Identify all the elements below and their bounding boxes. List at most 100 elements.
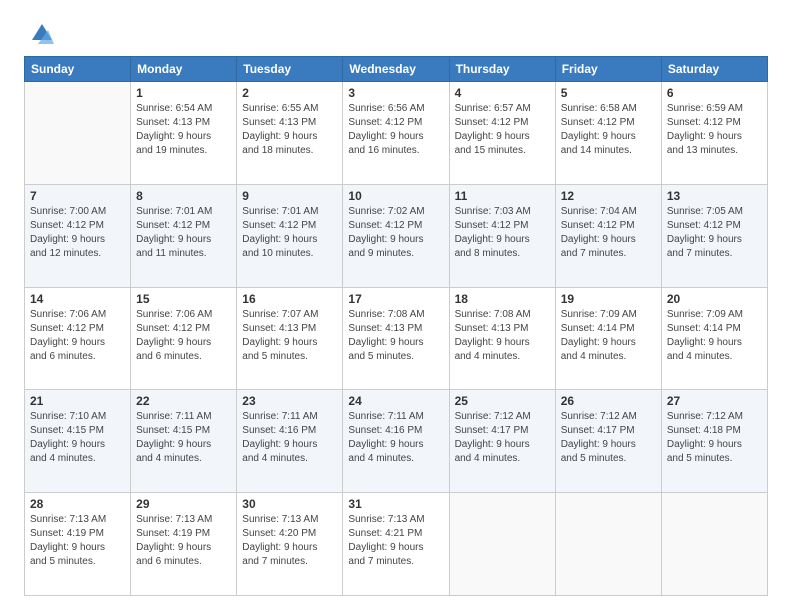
calendar-cell: 11 Sunrise: 7:03 AMSunset: 4:12 PMDayligh… xyxy=(449,184,555,287)
day-number: 9 xyxy=(242,189,337,203)
day-info: Sunrise: 6:56 AMSunset: 4:12 PMDaylight:… xyxy=(348,102,443,158)
calendar-cell: 29 Sunrise: 7:13 AMSunset: 4:19 PMDayligh… xyxy=(131,493,237,596)
day-number: 4 xyxy=(455,86,550,100)
day-number: 2 xyxy=(242,86,337,100)
calendar-cell: 5Sunrise: 6:58 AMSunset: 4:12 PMDaylight… xyxy=(555,82,661,185)
calendar-cell: 10 Sunrise: 7:02 AMSunset: 4:12 PMDayligh… xyxy=(343,184,449,287)
day-number: 20 xyxy=(667,292,762,306)
day-number: 26 xyxy=(561,394,656,408)
calendar-cell: 14 Sunrise: 7:06 AMSunset: 4:12 PMDayligh… xyxy=(25,287,131,390)
day-info: Sunrise: 7:07 AMSunset: 4:13 PMDaylight:… xyxy=(242,308,337,364)
day-number: 16 xyxy=(242,292,337,306)
calendar-cell: 19 Sunrise: 7:09 AMSunset: 4:14 PMDayligh… xyxy=(555,287,661,390)
day-info: Sunrise: 7:13 AMSunset: 4:19 PMDaylight:… xyxy=(30,513,125,569)
day-info: Sunrise: 7:04 AMSunset: 4:12 PMDaylight:… xyxy=(561,205,656,261)
calendar-cell: 15 Sunrise: 7:06 AMSunset: 4:12 PMDayligh… xyxy=(131,287,237,390)
calendar-week-row: 14 Sunrise: 7:06 AMSunset: 4:12 PMDayligh… xyxy=(25,287,768,390)
day-info: Sunrise: 7:08 AMSunset: 4:13 PMDaylight:… xyxy=(455,308,550,364)
calendar-cell: 7 Sunrise: 7:00 AMSunset: 4:12 PMDaylight… xyxy=(25,184,131,287)
day-number: 11 xyxy=(455,189,550,203)
day-info: Sunrise: 7:10 AMSunset: 4:15 PMDaylight:… xyxy=(30,410,125,466)
day-number: 19 xyxy=(561,292,656,306)
day-number: 3 xyxy=(348,86,443,100)
calendar-week-row: 7 Sunrise: 7:00 AMSunset: 4:12 PMDaylight… xyxy=(25,184,768,287)
day-number: 5 xyxy=(561,86,656,100)
day-number: 13 xyxy=(667,189,762,203)
day-number: 7 xyxy=(30,189,125,203)
calendar-cell xyxy=(25,82,131,185)
calendar-cell xyxy=(449,493,555,596)
day-number: 31 xyxy=(348,497,443,511)
day-info: Sunrise: 6:57 AMSunset: 4:12 PMDaylight:… xyxy=(455,102,550,158)
weekday-header-thursday: Thursday xyxy=(449,57,555,82)
calendar-cell: 22Sunrise: 7:11 AMSunset: 4:15 PMDayligh… xyxy=(131,390,237,493)
calendar-cell: 13 Sunrise: 7:05 AMSunset: 4:12 PMDayligh… xyxy=(661,184,767,287)
calendar-cell: 16 Sunrise: 7:07 AMSunset: 4:13 PMDayligh… xyxy=(237,287,343,390)
calendar-cell: 25Sunrise: 7:12 AMSunset: 4:17 PMDayligh… xyxy=(449,390,555,493)
weekday-header-saturday: Saturday xyxy=(661,57,767,82)
day-info: Sunrise: 7:00 AMSunset: 4:12 PMDaylight:… xyxy=(30,205,125,261)
day-info: Sunrise: 7:08 AMSunset: 4:13 PMDaylight:… xyxy=(348,308,443,364)
calendar-cell: 6 Sunrise: 6:59 AMSunset: 4:12 PMDaylight… xyxy=(661,82,767,185)
day-info: Sunrise: 6:59 AMSunset: 4:12 PMDaylight:… xyxy=(667,102,762,158)
day-number: 10 xyxy=(348,189,443,203)
page: SundayMondayTuesdayWednesdayThursdayFrid… xyxy=(0,0,792,612)
weekday-header-tuesday: Tuesday xyxy=(237,57,343,82)
day-number: 15 xyxy=(136,292,231,306)
header xyxy=(24,20,768,48)
day-number: 8 xyxy=(136,189,231,203)
day-number: 24 xyxy=(348,394,443,408)
calendar-week-row: 28 Sunrise: 7:13 AMSunset: 4:19 PMDayligh… xyxy=(25,493,768,596)
calendar-cell: 31 Sunrise: 7:13 AMSunset: 4:21 PMDayligh… xyxy=(343,493,449,596)
day-info: Sunrise: 7:11 AMSunset: 4:15 PMDaylight:… xyxy=(136,410,231,466)
day-info: Sunrise: 7:06 AMSunset: 4:12 PMDaylight:… xyxy=(136,308,231,364)
logo xyxy=(24,20,56,48)
day-info: Sunrise: 7:01 AMSunset: 4:12 PMDaylight:… xyxy=(242,205,337,261)
day-info: Sunrise: 7:02 AMSunset: 4:12 PMDaylight:… xyxy=(348,205,443,261)
day-info: Sunrise: 7:13 AMSunset: 4:19 PMDaylight:… xyxy=(136,513,231,569)
day-number: 28 xyxy=(30,497,125,511)
day-info: Sunrise: 7:12 AMSunset: 4:18 PMDaylight:… xyxy=(667,410,762,466)
calendar-week-row: 1 Sunrise: 6:54 AMSunset: 4:13 PMDaylight… xyxy=(25,82,768,185)
weekday-header-monday: Monday xyxy=(131,57,237,82)
day-info: Sunrise: 7:03 AMSunset: 4:12 PMDaylight:… xyxy=(455,205,550,261)
day-info: Sunrise: 7:13 AMSunset: 4:20 PMDaylight:… xyxy=(242,513,337,569)
calendar-cell: 9 Sunrise: 7:01 AMSunset: 4:12 PMDaylight… xyxy=(237,184,343,287)
calendar-cell: 12 Sunrise: 7:04 AMSunset: 4:12 PMDayligh… xyxy=(555,184,661,287)
weekday-header-row: SundayMondayTuesdayWednesdayThursdayFrid… xyxy=(25,57,768,82)
calendar-cell xyxy=(555,493,661,596)
calendar-week-row: 21 Sunrise: 7:10 AMSunset: 4:15 PMDayligh… xyxy=(25,390,768,493)
day-number: 1 xyxy=(136,86,231,100)
day-number: 12 xyxy=(561,189,656,203)
day-info: Sunrise: 6:54 AMSunset: 4:13 PMDaylight:… xyxy=(136,102,231,158)
calendar-cell: 28 Sunrise: 7:13 AMSunset: 4:19 PMDayligh… xyxy=(25,493,131,596)
day-number: 25 xyxy=(455,394,550,408)
day-info: Sunrise: 7:05 AMSunset: 4:12 PMDaylight:… xyxy=(667,205,762,261)
day-number: 17 xyxy=(348,292,443,306)
day-info: Sunrise: 7:06 AMSunset: 4:12 PMDaylight:… xyxy=(30,308,125,364)
day-number: 30 xyxy=(242,497,337,511)
day-number: 27 xyxy=(667,394,762,408)
calendar-cell: 2 Sunrise: 6:55 AMSunset: 4:13 PMDaylight… xyxy=(237,82,343,185)
calendar-cell: 1 Sunrise: 6:54 AMSunset: 4:13 PMDaylight… xyxy=(131,82,237,185)
day-number: 29 xyxy=(136,497,231,511)
day-number: 21 xyxy=(30,394,125,408)
day-number: 14 xyxy=(30,292,125,306)
day-info: Sunrise: 7:01 AMSunset: 4:12 PMDaylight:… xyxy=(136,205,231,261)
day-info: Sunrise: 7:11 AMSunset: 4:16 PMDaylight:… xyxy=(242,410,337,466)
calendar-cell xyxy=(661,493,767,596)
calendar-cell: 24Sunrise: 7:11 AMSunset: 4:16 PMDayligh… xyxy=(343,390,449,493)
day-info: Sunrise: 7:13 AMSunset: 4:21 PMDaylight:… xyxy=(348,513,443,569)
calendar-cell: 21 Sunrise: 7:10 AMSunset: 4:15 PMDayligh… xyxy=(25,390,131,493)
weekday-header-sunday: Sunday xyxy=(25,57,131,82)
calendar-cell: 23Sunrise: 7:11 AMSunset: 4:16 PMDayligh… xyxy=(237,390,343,493)
day-number: 18 xyxy=(455,292,550,306)
calendar-cell: 30 Sunrise: 7:13 AMSunset: 4:20 PMDayligh… xyxy=(237,493,343,596)
logo-icon xyxy=(28,20,56,48)
calendar-cell: 20Sunrise: 7:09 AMSunset: 4:14 PMDayligh… xyxy=(661,287,767,390)
day-number: 6 xyxy=(667,86,762,100)
day-info: Sunrise: 7:09 AMSunset: 4:14 PMDaylight:… xyxy=(561,308,656,364)
day-info: Sunrise: 6:55 AMSunset: 4:13 PMDaylight:… xyxy=(242,102,337,158)
calendar-cell: 3 Sunrise: 6:56 AMSunset: 4:12 PMDaylight… xyxy=(343,82,449,185)
weekday-header-wednesday: Wednesday xyxy=(343,57,449,82)
